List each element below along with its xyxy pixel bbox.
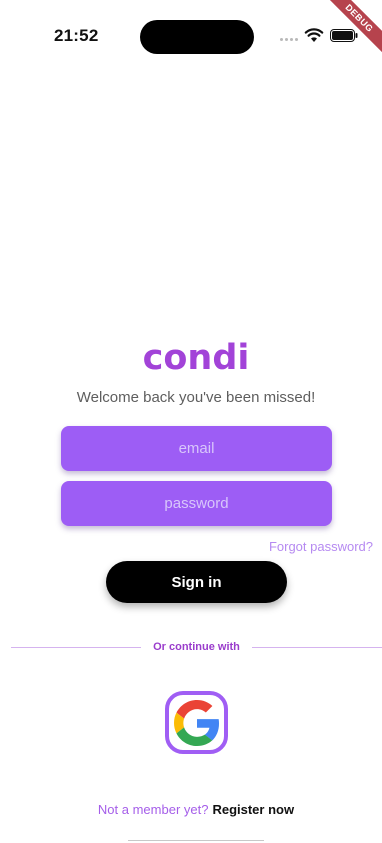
status-time: 21:52 [54, 26, 99, 45]
or-continue-label: Or continue with [153, 641, 240, 653]
signin-button[interactable]: Sign in [106, 561, 287, 603]
dynamic-island [140, 20, 254, 54]
divider-right [252, 647, 382, 648]
password-field[interactable] [61, 481, 332, 526]
forgot-password-link[interactable]: Forgot password? [269, 539, 373, 554]
email-field[interactable] [61, 426, 332, 471]
google-icon [173, 699, 219, 746]
register-link[interactable]: Register now [212, 802, 294, 817]
app-title: condi [142, 338, 250, 378]
divider-left [11, 647, 141, 648]
register-row: Not a member yet? Register now [0, 802, 382, 817]
register-prompt: Not a member yet? [97, 802, 209, 817]
battery-icon [330, 29, 358, 42]
login-screen: 21:52 DEBUG condi Welcome back you've be… [0, 0, 382, 843]
welcome-text: Welcome back you've been missed! [76, 389, 316, 406]
google-signin-button[interactable] [165, 691, 228, 754]
cellular-signal-icon [280, 38, 298, 42]
debug-banner: DEBUG [321, 0, 382, 56]
home-indicator [128, 840, 264, 841]
wifi-icon [304, 28, 324, 42]
